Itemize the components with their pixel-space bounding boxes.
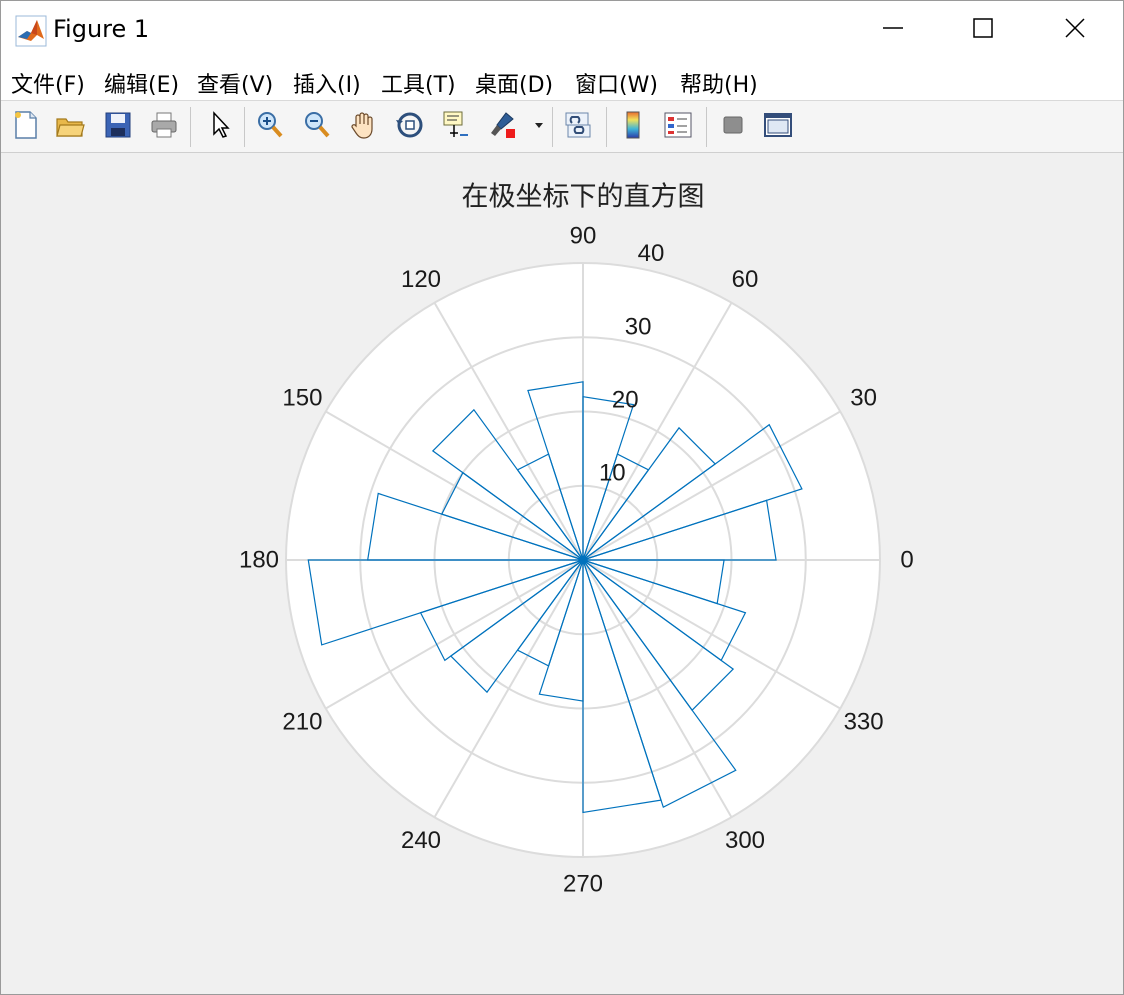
brush-dropdown-button[interactable] xyxy=(529,107,549,147)
new-figure-icon xyxy=(10,109,42,146)
window-title: Figure 1 xyxy=(53,15,150,43)
link-plot-button[interactable] xyxy=(559,107,597,147)
zoom-out-button[interactable] xyxy=(298,107,336,147)
open-file-button[interactable] xyxy=(51,107,89,147)
zoom-in-button[interactable] xyxy=(251,107,289,147)
toolbar-separator xyxy=(552,107,553,147)
legend-icon xyxy=(662,109,694,146)
toolbar-separator xyxy=(606,107,607,147)
menu-bar: 文件(F) 编辑(E) 查看(V) 插入(I) 工具(T) 桌面(D) 窗口(W… xyxy=(1,59,1123,142)
select-button[interactable] xyxy=(200,107,238,147)
figure-toolbar xyxy=(1,101,1123,153)
save-icon xyxy=(102,109,134,146)
show-plot-tools-icon xyxy=(762,109,794,146)
brush-icon xyxy=(486,109,518,146)
print-icon xyxy=(148,109,180,146)
polar-histogram-plot: 030609012015018021024027030033010203040 … xyxy=(239,182,914,898)
menu-insert[interactable]: 插入(I) xyxy=(293,67,361,99)
close-icon xyxy=(1064,17,1086,44)
toolbar-separator xyxy=(244,107,245,147)
theta-tick-label: 330 xyxy=(844,709,884,736)
hide-plot-tools-button[interactable] xyxy=(714,107,752,147)
data-cursor-icon xyxy=(440,109,472,146)
figure-canvas: 0 30 60 90 120 150 180 210 240 270 300 330 10 20 30 40 … xyxy=(1,153,1123,994)
colorbar-button[interactable] xyxy=(614,107,652,147)
menu-desktop[interactable]: 桌面(D) xyxy=(475,67,553,99)
menu-view[interactable]: 查看(V) xyxy=(197,67,273,99)
zoom-out-icon xyxy=(301,109,333,146)
figure-window: Figure 1 文件(F) 编辑(E) 查看(V) 插入(I) 工具(T) 桌… xyxy=(0,0,1124,995)
print-button[interactable] xyxy=(145,107,183,147)
matlab-icon xyxy=(15,15,47,47)
data-cursor-button[interactable] xyxy=(437,107,475,147)
save-button[interactable] xyxy=(99,107,137,147)
brush-button[interactable] xyxy=(483,107,521,147)
open-file-icon xyxy=(54,109,86,146)
rotate-3d-icon xyxy=(394,109,426,146)
menu-window[interactable]: 窗口(W) xyxy=(575,67,658,99)
hide-plot-tools-icon xyxy=(717,109,749,146)
r-tick-label: 20 xyxy=(612,387,639,414)
toolbar-separator xyxy=(190,107,191,147)
r-tick-label: 30 xyxy=(625,313,652,340)
pan-button[interactable] xyxy=(344,107,382,147)
theta-tick-label: 300 xyxy=(725,827,765,854)
theta-tick-label: 120 xyxy=(401,266,441,293)
zoom-in-icon xyxy=(254,109,286,146)
theta-tick-label: 90 xyxy=(570,223,597,250)
theta-tick-label: 270 xyxy=(563,871,603,898)
theta-tick-label: 60 xyxy=(732,266,759,293)
plot-title: 在极坐标下的直方图 xyxy=(462,182,705,213)
select-arrow-icon xyxy=(203,109,235,146)
theta-tick-label: 150 xyxy=(282,385,322,412)
link-plot-icon xyxy=(562,109,594,146)
theta-tick-label: 0 xyxy=(900,547,913,574)
colorbar-icon xyxy=(617,109,649,146)
toolbar-separator xyxy=(706,107,707,147)
menu-file[interactable]: 文件(F) xyxy=(11,67,85,99)
theta-tick-label: 180 xyxy=(239,547,279,574)
show-plot-tools-button[interactable] xyxy=(759,107,797,147)
maximize-button[interactable] xyxy=(937,1,1029,59)
close-button[interactable] xyxy=(1029,1,1121,59)
new-figure-button[interactable] xyxy=(7,107,45,147)
theta-tick-label: 30 xyxy=(850,385,877,412)
menu-tools[interactable]: 工具(T) xyxy=(381,67,456,99)
rotate-3d-button[interactable] xyxy=(391,107,429,147)
theta-tick-label: 240 xyxy=(401,827,441,854)
brush-dropdown-icon xyxy=(533,118,545,136)
menu-edit[interactable]: 编辑(E) xyxy=(104,67,179,99)
r-tick-label: 10 xyxy=(599,460,626,487)
legend-button[interactable] xyxy=(659,107,697,147)
maximize-icon xyxy=(972,17,994,44)
menu-help[interactable]: 帮助(H) xyxy=(680,67,758,99)
title-bar: Figure 1 xyxy=(1,1,1123,59)
theta-tick-label: 210 xyxy=(282,709,322,736)
minimize-button[interactable] xyxy=(847,1,939,59)
minimize-icon xyxy=(882,17,904,44)
r-tick-label: 40 xyxy=(638,240,665,267)
pan-hand-icon xyxy=(347,109,379,146)
